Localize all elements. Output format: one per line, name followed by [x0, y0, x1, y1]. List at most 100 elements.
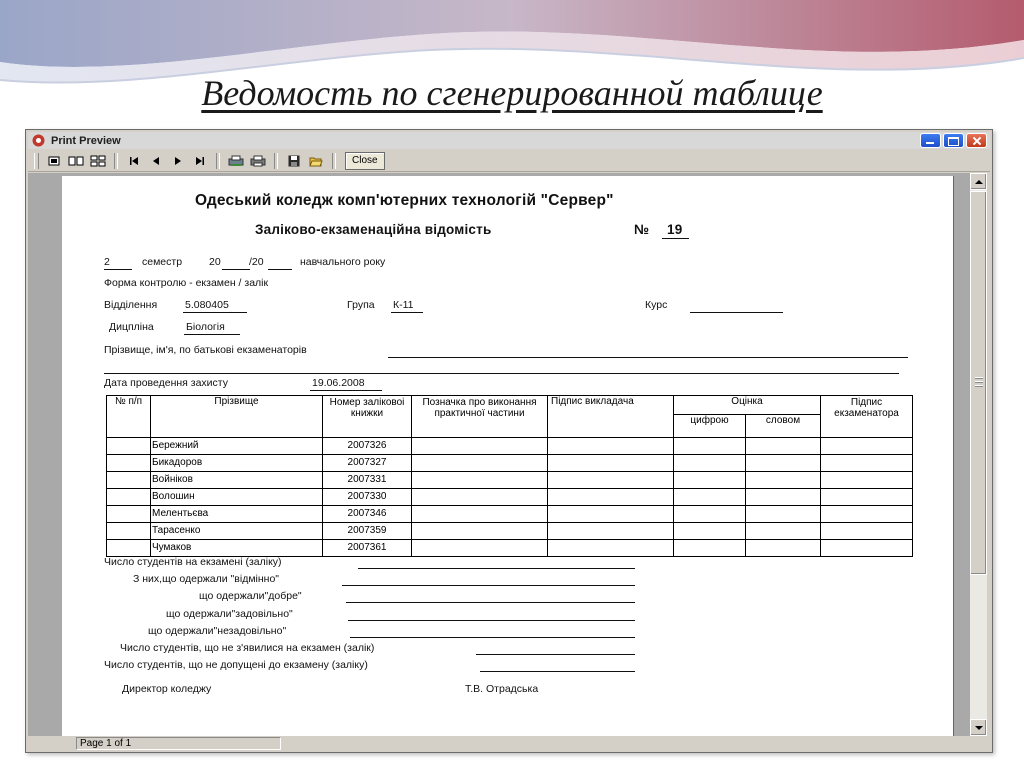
- number-sign: №: [634, 222, 650, 237]
- student-book-number: 2007330: [322, 488, 412, 506]
- table-cell: [411, 488, 548, 506]
- examiners-label: Прізвище, ім'я, по батькові екзаменаторі…: [104, 344, 307, 356]
- summary-line-label: Число студентів на екзамені (заліку): [104, 556, 282, 568]
- table-cell: [411, 471, 548, 489]
- table-cell: [547, 505, 674, 523]
- last-page-icon[interactable]: [189, 152, 211, 170]
- semester-label: семестр: [142, 256, 183, 268]
- table-cell: [673, 471, 746, 489]
- table-cell: [106, 539, 151, 557]
- table-cell: [745, 488, 821, 506]
- college-heading: Одеський коледж комп'ютерних технологій …: [195, 192, 614, 209]
- table-cell: [547, 539, 674, 557]
- discipline-value: Біологія: [186, 321, 225, 333]
- close-window-button[interactable]: [966, 133, 987, 148]
- table-cell: [673, 454, 746, 472]
- header-grade-digits: цифрою: [673, 414, 746, 438]
- preview-toolbar: Close: [28, 151, 990, 172]
- table-cell: [820, 454, 913, 472]
- header-teacher-sign: Підпис викладача: [547, 395, 674, 438]
- date-label: Дата проведення захисту: [104, 377, 228, 389]
- summary-line-label: що одержали"добре": [199, 590, 302, 603]
- header-book: Номер заліковоі книжки: [322, 395, 412, 438]
- table-cell: [411, 454, 548, 472]
- scroll-down-icon[interactable]: [970, 719, 987, 736]
- table-cell: [106, 454, 151, 472]
- table-cell: [745, 471, 821, 489]
- table-cell: [411, 437, 548, 455]
- table-cell: [411, 539, 548, 557]
- page-indicator: Page 1 of 1: [76, 737, 281, 750]
- year-prefix: 20: [209, 256, 221, 268]
- scroll-thumb[interactable]: [970, 191, 987, 575]
- student-book-number: 2007346: [322, 505, 412, 523]
- table-cell: [547, 437, 674, 455]
- preview-area: Одеський коледж комп'ютерних технологій …: [28, 173, 970, 736]
- save-icon[interactable]: [283, 152, 305, 170]
- student-surname: Волошин: [150, 488, 323, 506]
- close-button[interactable]: Close: [345, 152, 385, 170]
- year-suffix: навчального року: [300, 256, 386, 268]
- group-value: К-11: [393, 299, 414, 311]
- two-page-icon[interactable]: [65, 152, 87, 170]
- header-examiner-sign: Підпис екзаменатора: [820, 395, 913, 438]
- summary-line-blank: [348, 619, 635, 621]
- summary-line-label: що одержали"задовільно": [166, 607, 293, 620]
- table-cell: [820, 539, 913, 557]
- vertical-scrollbar[interactable]: [970, 173, 987, 736]
- slide-title: Ведомость по сгенерированной таблице: [201, 73, 823, 113]
- table-cell: [673, 488, 746, 506]
- header-practical-mark: Позначка про виконання практичної частин…: [411, 395, 548, 438]
- students-table: № п/п Прізвище Номер заліковоі книжки По…: [106, 395, 913, 557]
- window-titlebar[interactable]: Print Preview: [28, 132, 990, 149]
- semester-value: 2: [104, 256, 110, 268]
- next-page-icon[interactable]: [167, 152, 189, 170]
- printer-setup-icon[interactable]: [225, 152, 247, 170]
- student-book-number: 2007361: [322, 539, 412, 557]
- table-cell: [547, 522, 674, 540]
- report-page: Одеський коледж комп'ютерних технологій …: [62, 176, 953, 736]
- table-cell: [673, 505, 746, 523]
- report-number: 19: [667, 222, 683, 237]
- table-cell: [547, 471, 674, 489]
- window-title: Print Preview: [51, 134, 121, 147]
- table-cell: [411, 505, 548, 523]
- student-book-number: 2007327: [322, 454, 412, 472]
- multi-page-icon[interactable]: [87, 152, 109, 170]
- open-icon[interactable]: [305, 152, 327, 170]
- summary-line-label: що одержали"незадовільно": [148, 624, 287, 637]
- table-cell: [673, 437, 746, 455]
- status-bar: Page 1 of 1: [28, 736, 990, 750]
- summary-line-label: Число студентів, що не з'явилися на екза…: [120, 642, 375, 654]
- prev-page-icon[interactable]: [145, 152, 167, 170]
- minimize-button[interactable]: [920, 133, 941, 148]
- table-cell: [547, 454, 674, 472]
- student-surname: Бережний: [150, 437, 323, 455]
- summary-line-blank: [346, 602, 635, 604]
- student-book-number: 2007331: [322, 471, 412, 489]
- table-cell: [673, 539, 746, 557]
- app-icon: [32, 134, 45, 147]
- table-cell: [106, 437, 151, 455]
- toolbar-grip: [34, 153, 39, 169]
- summary-line-blank: [476, 654, 635, 655]
- scroll-up-icon[interactable]: [970, 173, 987, 190]
- maximize-button[interactable]: [943, 133, 964, 148]
- student-book-number: 2007326: [322, 437, 412, 455]
- print-icon[interactable]: [247, 152, 269, 170]
- student-surname: Войніков: [150, 471, 323, 489]
- table-cell: [820, 488, 913, 506]
- course-label: Курс: [645, 299, 668, 311]
- table-cell: [745, 454, 821, 472]
- table-cell: [547, 488, 674, 506]
- group-label: Група: [347, 299, 375, 311]
- table-cell: [745, 437, 821, 455]
- table-cell: [745, 505, 821, 523]
- one-page-icon[interactable]: [43, 152, 65, 170]
- first-page-icon[interactable]: [123, 152, 145, 170]
- header-grade-words: словом: [745, 414, 821, 438]
- department-value: 5.080405: [185, 299, 229, 311]
- print-preview-window: Print Preview Close Одеський коледж комп…: [25, 129, 993, 753]
- summary-line-blank: [358, 568, 635, 569]
- student-surname: Мелентьєва: [150, 505, 323, 523]
